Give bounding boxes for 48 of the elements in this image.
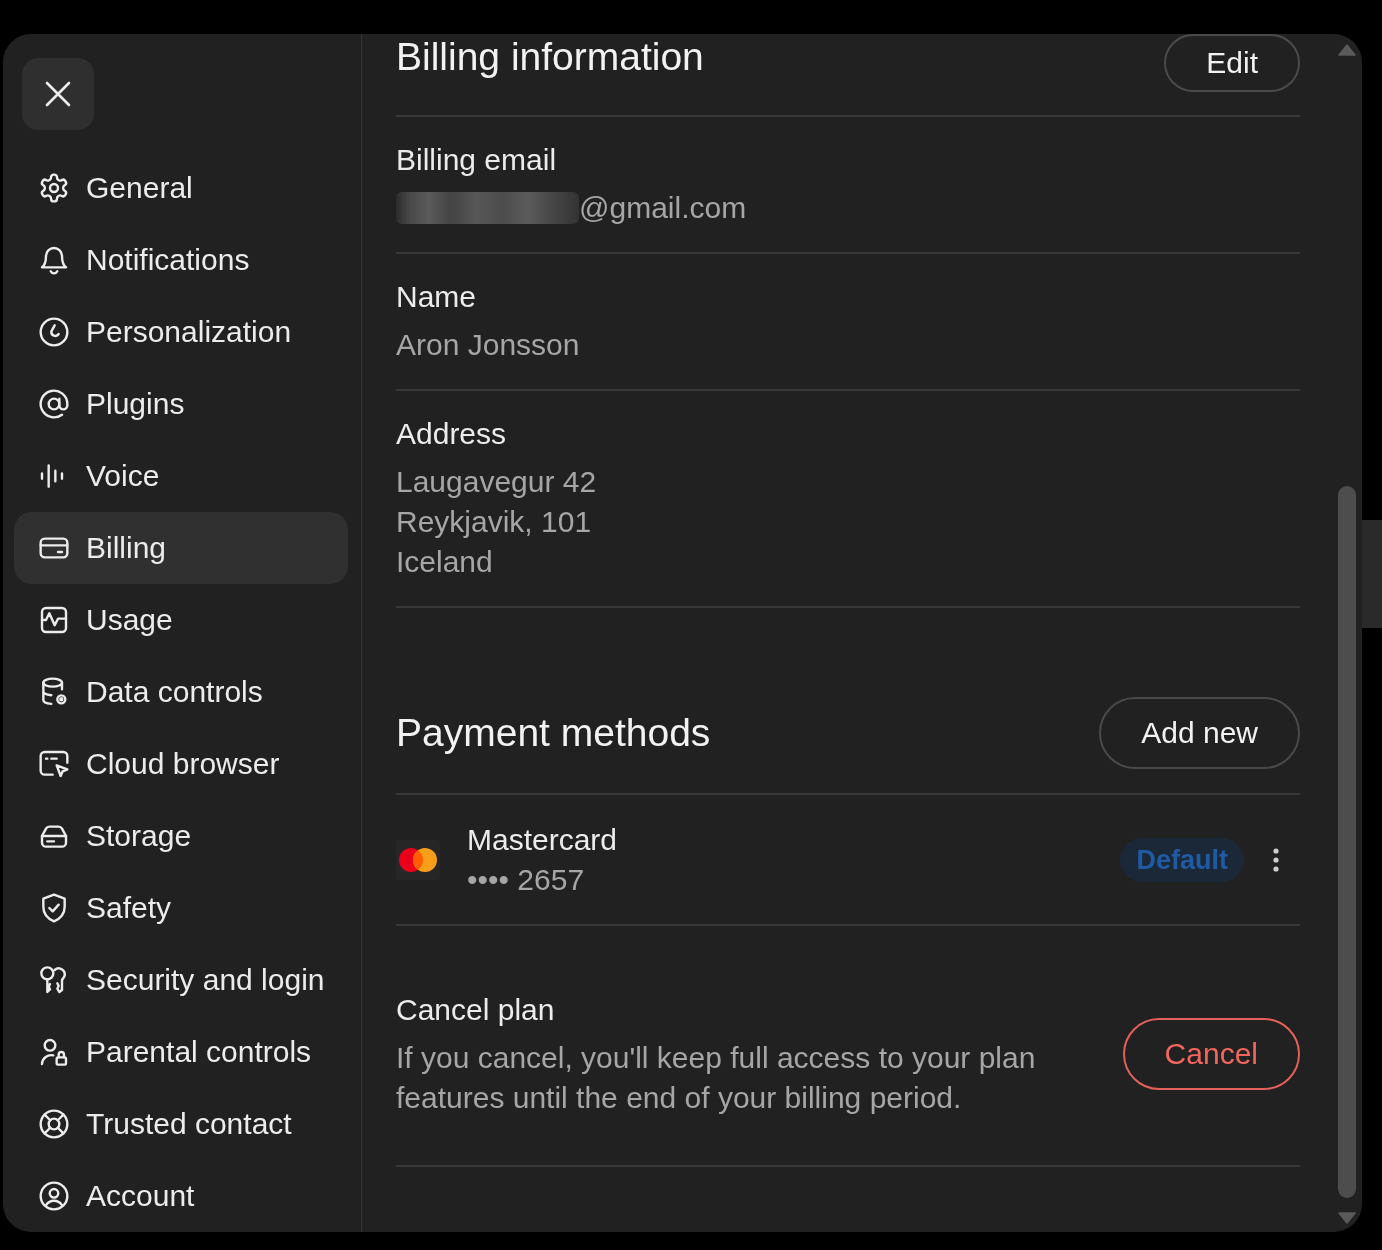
nav-item[interactable]: Trusted contact	[14, 1088, 348, 1160]
field-value: Reykjavik, 101	[396, 504, 592, 540]
nav-item[interactable]: Security and login	[14, 944, 348, 1016]
field-value: Aron Jonsson	[396, 327, 580, 363]
add-new-button[interactable]: Add new	[1099, 697, 1300, 769]
nav-item[interactable]: Voice	[14, 440, 348, 512]
bell-icon	[38, 244, 70, 276]
nav-item[interactable]: Parental controls	[14, 1016, 348, 1088]
nav-item[interactable]: Storage	[14, 800, 348, 872]
nav-item[interactable]: Plugins	[14, 368, 348, 440]
scrollbar-thumb[interactable]	[1338, 486, 1356, 1198]
nav-item[interactable]: Data controls	[14, 656, 348, 728]
card-number: •••• 2657	[467, 862, 585, 898]
window-cursor-icon	[38, 748, 70, 780]
section-heading: Billing information	[396, 34, 704, 80]
field-label: Name	[396, 279, 477, 315]
scroll-down-icon[interactable]	[1338, 1212, 1356, 1224]
close-button[interactable]	[22, 58, 94, 130]
more-options-icon[interactable]	[1272, 847, 1280, 873]
person-lock-icon	[38, 1036, 70, 1068]
cancel-button[interactable]: Cancel	[1122, 1018, 1300, 1090]
circle-swirl-icon	[38, 316, 70, 348]
gear-icon	[38, 172, 70, 204]
description-text: If you cancel, you'll keep full access to your plan features until the end of your billing period.	[396, 1040, 1037, 1116]
nav-item[interactable]: Usage	[14, 584, 348, 656]
edit-button[interactable]: Edit	[1164, 34, 1300, 92]
activity-square-icon	[38, 604, 70, 636]
lifebuoy-icon	[38, 1108, 70, 1140]
field-label: Billing email	[396, 142, 557, 178]
card-name: Mastercard	[467, 822, 618, 858]
nav-item[interactable]: Account	[14, 1160, 348, 1232]
nav-item[interactable]: Safety	[14, 872, 348, 944]
nav-item[interactable]: Notifications	[14, 224, 348, 296]
nav-item[interactable]: Billing	[14, 512, 348, 584]
field-label: Address	[396, 416, 507, 452]
user-circle-icon	[38, 1180, 70, 1212]
nav-item[interactable]: General	[14, 152, 348, 224]
field-label: Cancel plan	[396, 992, 555, 1028]
close-icon	[45, 81, 71, 107]
nav-item[interactable]: Personalization	[14, 296, 348, 368]
scroll-up-icon[interactable]	[1338, 44, 1356, 56]
at-sign-icon	[38, 388, 70, 420]
nav-item[interactable]: Cloud browser	[14, 728, 348, 800]
section-heading: Payment methods	[396, 710, 711, 756]
field-value: @gmail.com	[579, 190, 747, 226]
field-value: Iceland	[396, 544, 493, 580]
field-value: Laugavegur 42	[396, 464, 597, 500]
default-badge: Default	[1120, 838, 1244, 882]
